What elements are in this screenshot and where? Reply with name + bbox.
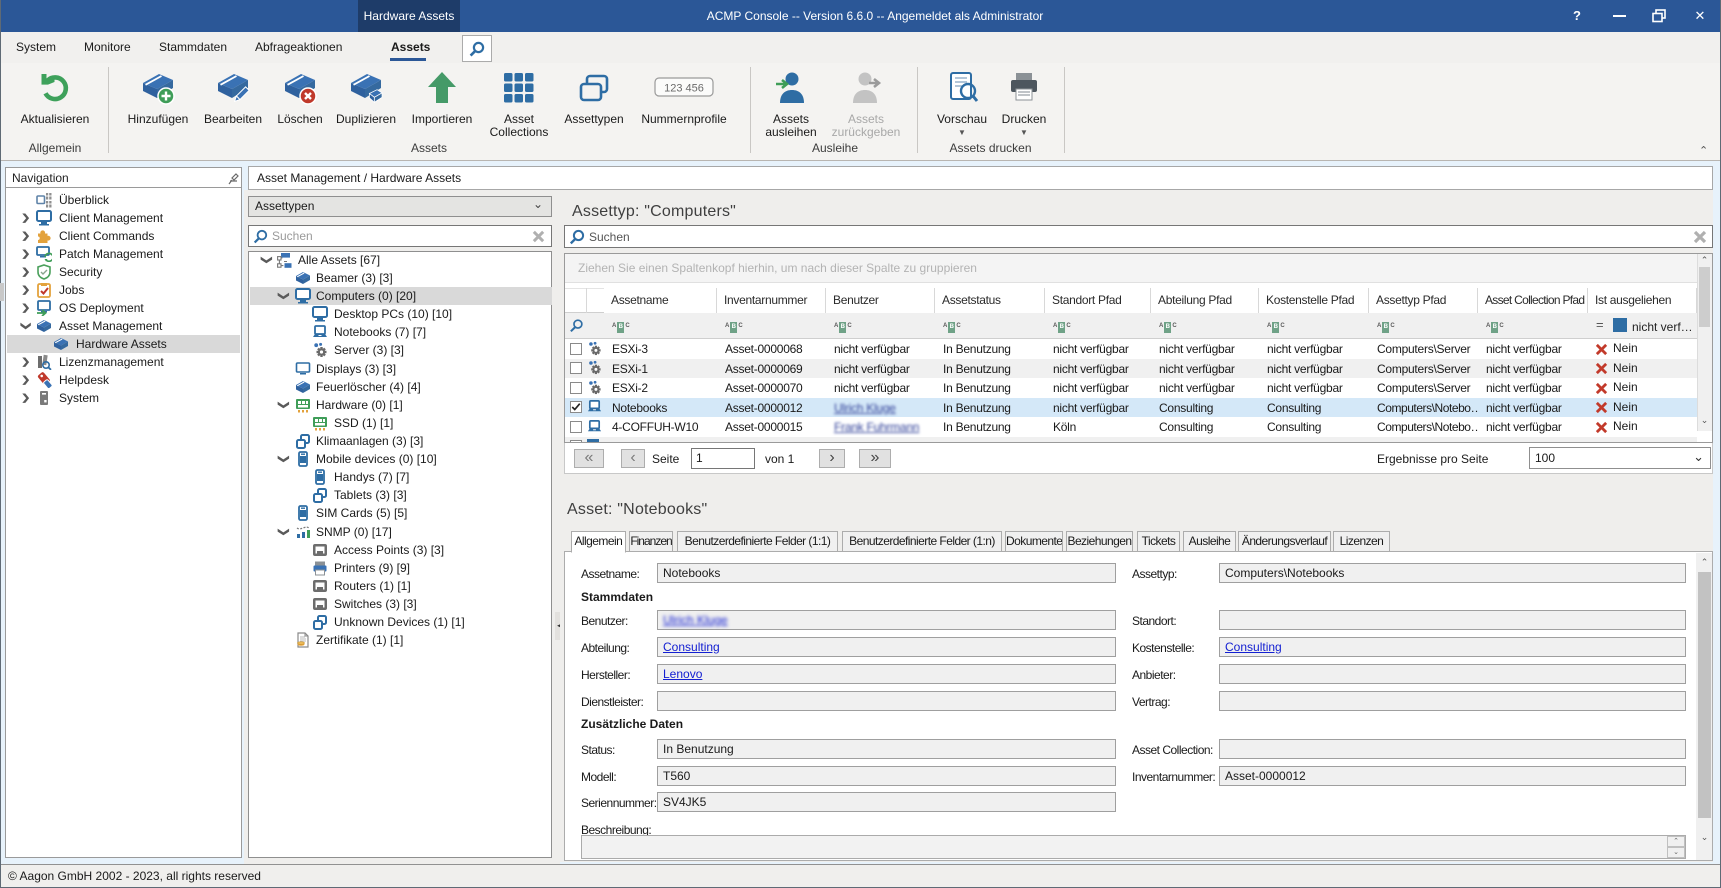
svg-text:123 456: 123 456 xyxy=(664,83,704,95)
